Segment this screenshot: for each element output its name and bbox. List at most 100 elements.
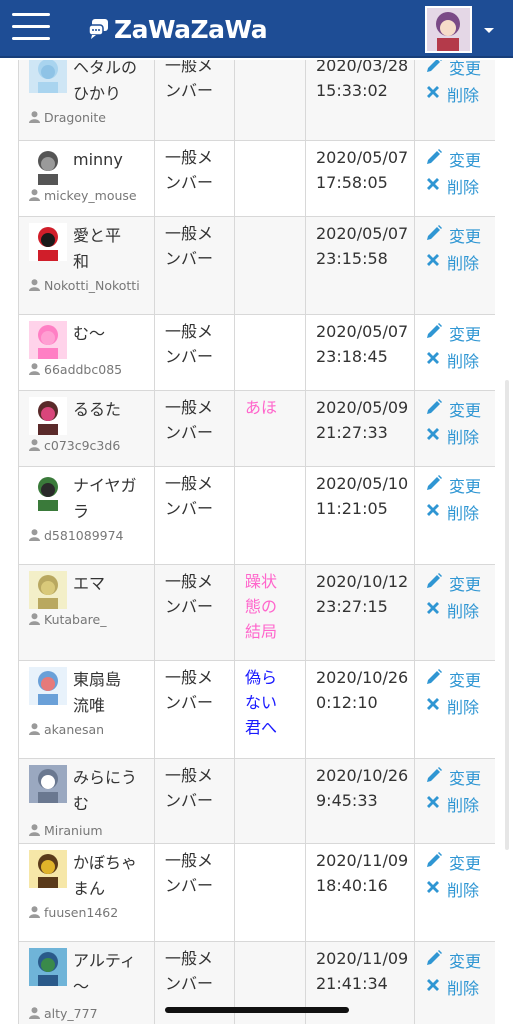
user-id[interactable]: 66addbc085 [29, 358, 122, 377]
user-id[interactable]: c073c9c3d6 [29, 434, 120, 453]
role-cell: 一般メ ンバー [154, 60, 235, 141]
delete-button[interactable]: 削除 [425, 596, 495, 623]
join-date: 2020/05/07 23:15:58 [316, 224, 409, 268]
date-cell: 2020/05/10 11:21:05 [305, 466, 415, 565]
edit-button[interactable]: 変更 [425, 665, 495, 692]
member-row: みらにうむ Miranium 一般メ ンバー 2020/10/26 9:45:33 変更削… [18, 758, 495, 844]
actions-cell: 変更 削除 [414, 758, 495, 844]
join-date: 2020/10/26 0:12:10 [316, 668, 409, 712]
delete-button[interactable]: 削除 [425, 422, 495, 449]
member-row: かぼちゃ まん fuusen1462 一般メ ンバー 2020/11/09 18:40:16… [18, 843, 495, 942]
role-cell: 一般メ ンバー [154, 843, 235, 942]
user-avatar[interactable] [29, 473, 67, 511]
user-cell: かぼちゃ まん fuusen1462 [18, 843, 155, 942]
edit-button[interactable]: 変更 [425, 221, 495, 248]
date-cell: 2020/05/07 17:58:05 [305, 140, 415, 217]
edit-button[interactable]: 変更 [425, 60, 495, 80]
note-cell [234, 843, 306, 942]
member-note: 偽ら ない 君へ [245, 668, 278, 737]
hamburger-menu-icon[interactable] [12, 13, 50, 43]
member-role: 一般メ ンバー [165, 668, 214, 712]
user-avatar[interactable] [29, 948, 67, 986]
user-id[interactable]: Nokotti_Nokotti [29, 274, 140, 293]
user-id-text: fuusen1462 [44, 905, 119, 920]
delete-button[interactable]: 削除 [425, 346, 495, 373]
note-cell [234, 60, 306, 141]
user-id[interactable]: Dragonite [29, 106, 106, 125]
date-cell: 2020/05/07 23:18:45 [305, 314, 415, 391]
delete-button[interactable]: 削除 [425, 248, 495, 275]
member-note: 躁状 態の 結局 [245, 572, 278, 641]
user-avatar[interactable] [29, 850, 67, 888]
user-avatar[interactable] [29, 397, 67, 435]
user-cell: minny mickey_mouse [18, 140, 155, 217]
member-role: 一般メ ンバー [165, 398, 214, 442]
delete-button[interactable]: 削除 [425, 80, 495, 107]
user-avatar[interactable] [29, 223, 67, 261]
date-cell: 2020/10/26 0:12:10 [305, 660, 415, 759]
user-id[interactable]: akanesan [29, 718, 104, 737]
user-id-text: akanesan [44, 722, 105, 737]
edit-button[interactable]: 変更 [425, 946, 495, 973]
pencil-icon [425, 322, 449, 344]
app-logo[interactable]: ZaWaZaWa [88, 12, 268, 46]
person-icon [29, 109, 40, 123]
person-icon [29, 822, 40, 836]
edit-button[interactable]: 変更 [425, 319, 495, 346]
x-icon [425, 696, 447, 716]
chevron-down-icon[interactable] [482, 22, 496, 36]
current-user-avatar[interactable] [425, 6, 472, 53]
edit-button[interactable]: 変更 [425, 395, 495, 422]
user-cell: アルティ〜 alty_777 [18, 941, 155, 1024]
user-id[interactable]: Kutabare_ [29, 608, 106, 627]
x-icon [425, 252, 447, 272]
delete-button[interactable]: 削除 [425, 973, 495, 1000]
delete-button[interactable]: 削除 [425, 692, 495, 719]
user-id[interactable]: d581089974 [29, 524, 124, 543]
vertical-scrollbar[interactable] [505, 380, 509, 850]
person-icon [29, 904, 40, 918]
user-avatar[interactable] [29, 60, 67, 93]
user-id-text: Kutabare_ [44, 612, 107, 627]
note-cell [234, 140, 306, 217]
edit-button[interactable]: 変更 [425, 569, 495, 596]
member-role: 一般メ ンバー [165, 766, 214, 810]
member-role: 一般メ ンバー [165, 949, 214, 993]
user-avatar[interactable] [29, 667, 67, 705]
user-id-text: Miranium [44, 823, 103, 838]
member-row: 東扇島 流唯 akanesan 一般メ ンバー 偽ら ない 君へ 2020/10/26 0:12:… [18, 660, 495, 759]
edit-button[interactable]: 変更 [425, 471, 495, 498]
member-note [235, 759, 305, 763]
actions-cell: 変更 削除 [414, 466, 495, 565]
delete-button[interactable]: 削除 [425, 172, 495, 199]
join-date: 2020/10/26 9:45:33 [316, 766, 409, 810]
user-id[interactable]: Miranium [29, 823, 103, 838]
date-cell: 2020/05/09 21:27:33 [305, 390, 415, 467]
person-icon [29, 187, 40, 201]
user-id-text: Dragonite [44, 110, 106, 125]
delete-button[interactable]: 削除 [425, 875, 495, 902]
edit-button[interactable]: 変更 [425, 763, 495, 790]
member-role: 一般メ ンバー [165, 60, 214, 100]
member-row: ヘタルの ひかり Dragonite 一般メ ンバー 2020/03/28 15:33:02… [18, 60, 495, 141]
x-icon [425, 879, 447, 899]
delete-button[interactable]: 削除 [425, 790, 495, 817]
delete-button[interactable]: 削除 [425, 498, 495, 525]
actions-cell: 変更 削除 [414, 564, 495, 661]
user-id[interactable]: alty_777 [29, 1006, 98, 1021]
pencil-icon [425, 224, 449, 246]
user-avatar[interactable] [29, 571, 67, 609]
user-id[interactable]: mickey_mouse [29, 184, 137, 203]
edit-button[interactable]: 変更 [425, 848, 495, 875]
user-id[interactable]: fuusen1462 [29, 901, 118, 920]
user-cell: るるた c073c9c3d6 [18, 390, 155, 467]
user-avatar[interactable] [29, 321, 67, 359]
user-cell: エマ Kutabare_ [18, 564, 155, 661]
user-avatar[interactable] [29, 765, 67, 803]
member-row: 愛と平和 Nokotti_Nokotti 一般メ ンバー 2020/05/07 23:15… [18, 216, 495, 315]
user-avatar[interactable] [29, 147, 67, 185]
role-cell: 一般メ ンバー [154, 140, 235, 217]
role-cell: 一般メ ンバー [154, 390, 235, 467]
actions-cell: 変更 削除 [414, 390, 495, 467]
edit-button[interactable]: 変更 [425, 145, 495, 172]
